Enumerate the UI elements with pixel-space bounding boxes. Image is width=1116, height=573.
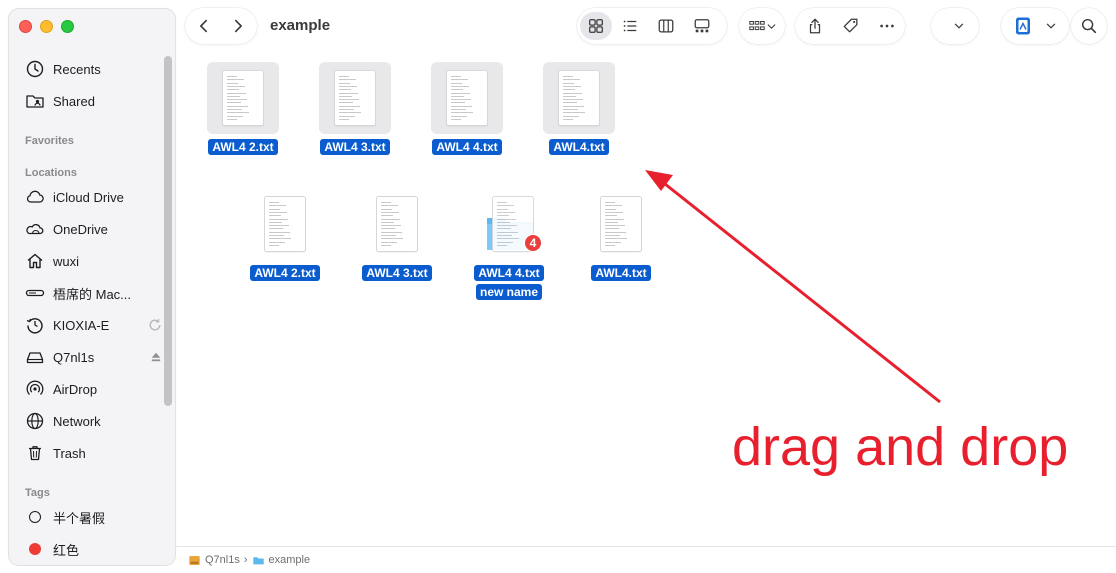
path-separator: › — [243, 554, 248, 566]
path-segment[interactable]: Q7nl1s — [205, 554, 240, 566]
drag-and-drop-annotation: drag and drop — [732, 417, 1069, 477]
path-bar: Q7nl1s › example — [176, 546, 1116, 573]
folder-icon — [252, 556, 264, 564]
path-segment[interactable]: example — [269, 554, 311, 566]
annotation-arrow — [645, 170, 941, 404]
drive-icon — [189, 555, 200, 565]
